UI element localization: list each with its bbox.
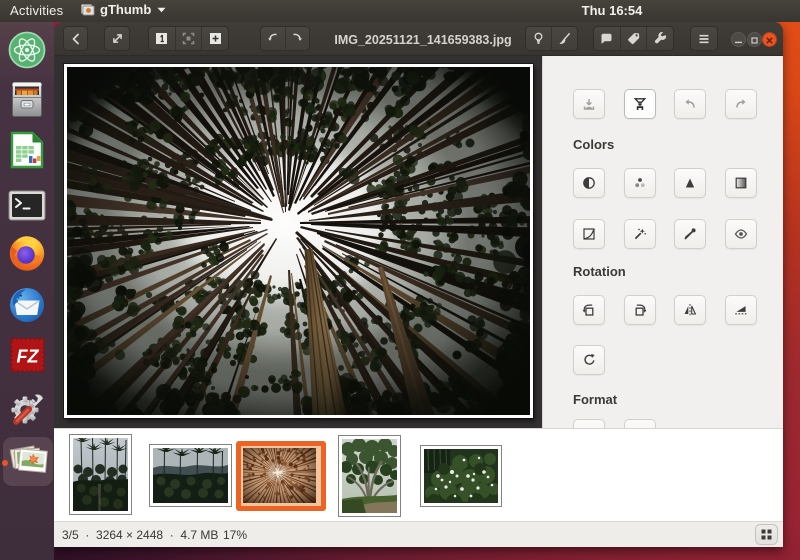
svg-text:FZ: FZ (17, 347, 40, 367)
